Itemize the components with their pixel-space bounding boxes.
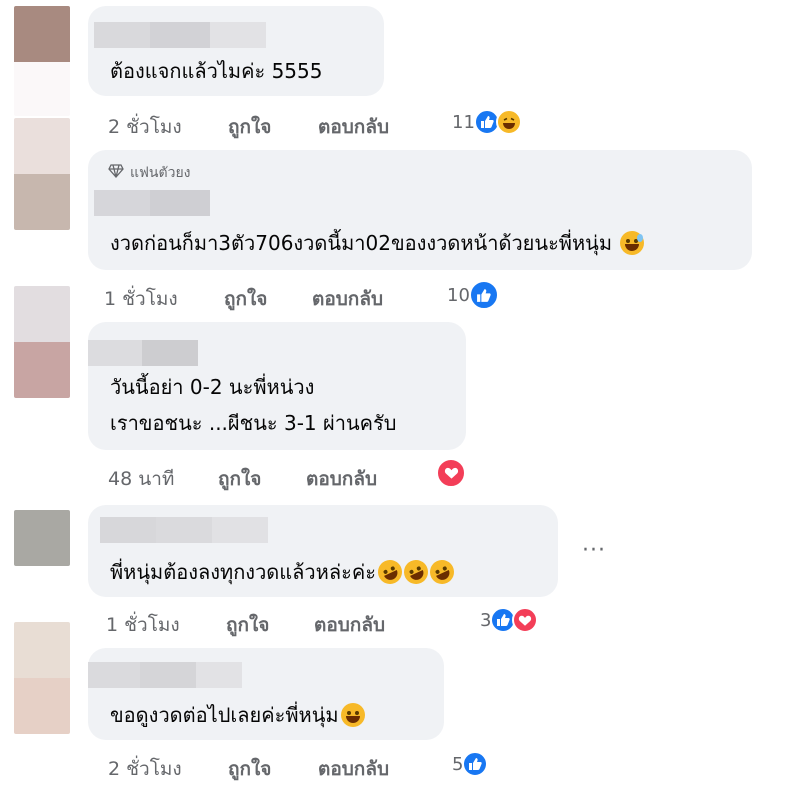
like-button[interactable]: ถูกใจ [226,610,269,640]
top-fan-badge: แฟนตัวยง [108,162,191,184]
reply-button[interactable]: ตอบกลับ [318,112,389,142]
love-icon [512,607,539,633]
comment-text: ขอดูงวดต่อไปเลยค่ะพี่หนุ่ม [110,696,365,734]
comment-bubble: พี่หนุ่มต้องลงทุกงวดแล้วหล่ะค่ะ [88,505,558,597]
comment-text: ต้องแจกแล้วไมค่ะ 5555 [110,59,323,83]
comment-text: งวดก่อนก็มา3ตัว706งวดนี้มา02ของงวดหน้าด้… [110,224,645,262]
reply-button[interactable]: ตอบกลับ [306,464,377,494]
grinning-squinting-emoji [340,703,365,727]
like-button[interactable]: ถูกใจ [218,464,261,494]
avatar[interactable] [14,510,70,566]
haha-icon [495,109,522,135]
comment-time[interactable]: 48 นาที [108,464,174,494]
comment-bubble: แฟนตัวยง งวดก่อนก็มา3ตัว706งวดนี้มา02ของ… [88,150,752,270]
comment-text-content: งวดก่อนก็มา3ตัว706งวดนี้มา02ของงวดหน้าด้… [110,231,613,255]
reply-button[interactable]: ตอบกลับ [318,754,389,784]
reactions-summary[interactable] [436,458,466,488]
reply-button[interactable]: ตอบกลับ [314,610,385,640]
reactions-summary[interactable]: 5 [452,751,489,777]
author-name-blurred[interactable] [88,662,242,688]
reaction-count: 11 [452,111,475,133]
author-name-blurred[interactable] [94,22,266,48]
like-button[interactable]: ถูกใจ [228,754,271,784]
reactions-summary[interactable]: 3 [480,607,539,633]
comment-text-line-1: วันนี้อย่า 0-2 นะพี่หน่วง [110,375,315,399]
avatar[interactable] [14,286,70,398]
author-name-blurred[interactable] [88,340,198,366]
like-icon [468,280,499,310]
reactions-summary[interactable]: 11 [452,109,522,135]
comment-time[interactable]: 2 ชั่วโมง [108,754,182,784]
reaction-count: 10 [447,284,470,306]
sweat-smile-emoji [620,231,645,255]
comment-text-content: ขอดูงวดต่อไปเลยค่ะพี่หนุ่ม [110,703,339,727]
rofl-emoji [426,556,458,588]
comment-bubble: ต้องแจกแล้วไมค่ะ 5555 [88,6,384,96]
like-icon [462,751,489,777]
avatar[interactable] [14,622,70,734]
more-options-icon[interactable]: ··· [582,538,606,563]
comment-time[interactable]: 1 ชั่วโมง [104,284,178,314]
avatar[interactable] [14,118,70,230]
author-name-blurred[interactable] [94,190,210,216]
rofl-emoji [400,556,432,588]
avatar[interactable] [14,6,70,116]
comment-bubble: วันนี้อย่า 0-2 นะพี่หน่วง เราขอชนะ ...ผี… [88,322,466,450]
comment-bubble: ขอดูงวดต่อไปเลยค่ะพี่หนุ่ม [88,648,444,740]
like-button[interactable]: ถูกใจ [228,112,271,142]
comment-time[interactable]: 1 ชั่วโมง [106,610,180,640]
reactions-summary[interactable]: 10 [447,280,499,310]
reply-button[interactable]: ตอบกลับ [312,284,383,314]
rofl-emoji [374,556,406,588]
comment-text: พี่หนุ่มต้องลงทุกงวดแล้วหล่ะค่ะ [110,553,458,591]
comment-text-line-2: เราขอชนะ ...ผีชนะ 3-1 ผ่านครับ [110,411,397,435]
love-icon [436,458,466,488]
comment-text-content: พี่หนุ่มต้องลงทุกงวดแล้วหล่ะค่ะ [110,560,376,584]
comment-time[interactable]: 2 ชั่วโมง [108,112,182,142]
diamond-icon [108,164,124,182]
author-name-blurred[interactable] [100,517,268,543]
like-button[interactable]: ถูกใจ [224,284,267,314]
badge-label: แฟนตัวยง [130,165,191,181]
